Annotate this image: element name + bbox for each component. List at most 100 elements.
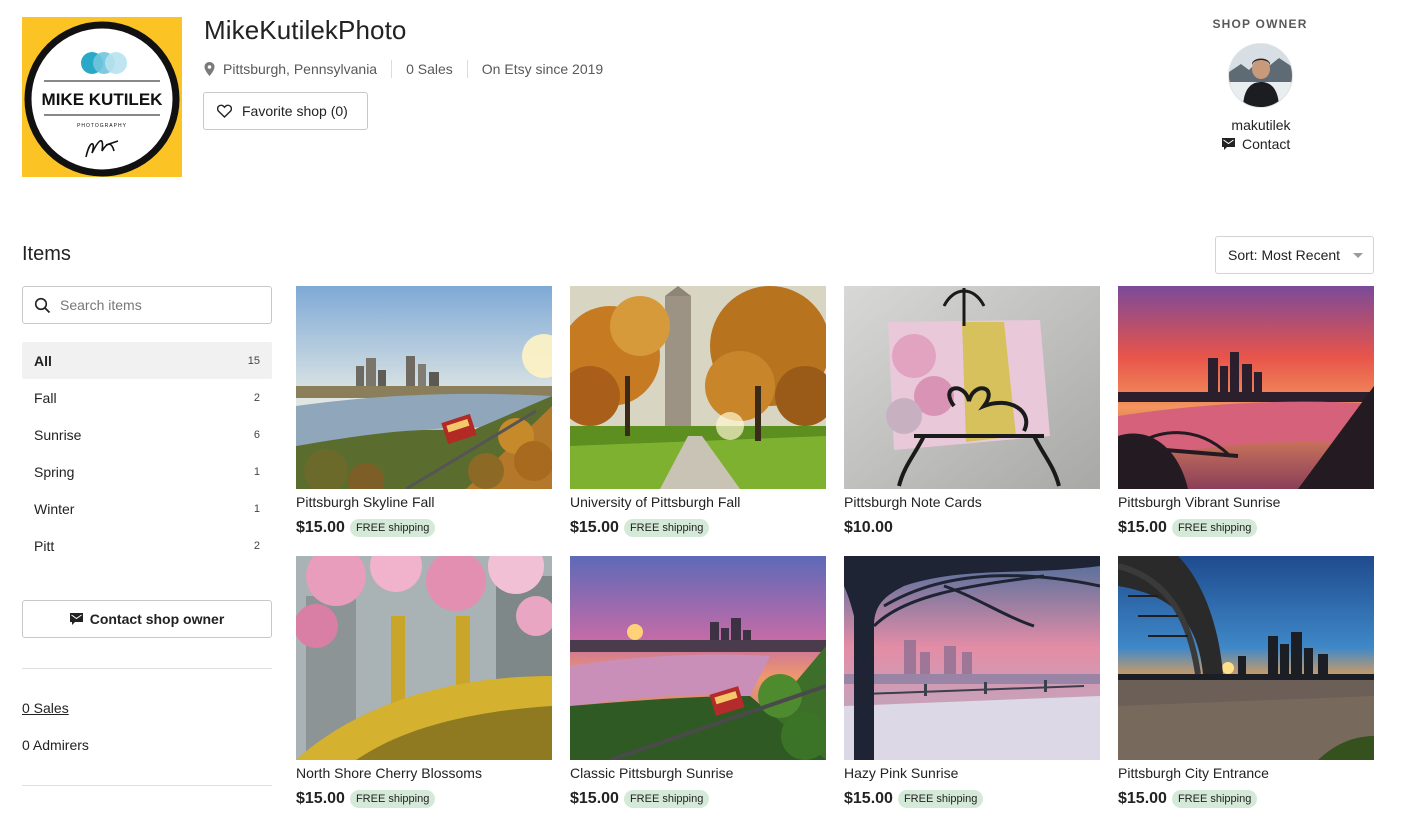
free-shipping-badge: FREE shipping xyxy=(623,519,710,537)
logo-subtitle: PHOTOGRAPHY xyxy=(77,123,127,129)
listing-image[interactable] xyxy=(844,286,1100,489)
listing-card[interactable]: Hazy Pink Sunrise $15.00 FREE shipping xyxy=(844,556,1100,809)
listing-card[interactable]: University of Pittsburgh Fall $15.00 FRE… xyxy=(570,286,826,538)
listing-title[interactable]: North Shore Cherry Blossoms xyxy=(296,765,552,783)
shop-sales: 0 Sales xyxy=(406,61,453,77)
search-items-field[interactable] xyxy=(22,286,272,324)
listing-title[interactable]: Pittsburgh Skyline Fall xyxy=(296,494,552,512)
listing-price-row: $15.00 FREE shipping xyxy=(570,789,826,809)
listing-image[interactable] xyxy=(1118,286,1374,489)
listing-card[interactable]: Pittsburgh Skyline Fall $15.00 FREE ship… xyxy=(296,286,552,538)
contact-shop-owner-button[interactable]: Contact shop owner xyxy=(22,600,272,638)
logo-title: MIKE KUTILEK xyxy=(42,90,164,109)
listing-card[interactable]: Pittsburgh City Entrance $15.00 FREE shi… xyxy=(1118,556,1374,809)
free-shipping-badge: FREE shipping xyxy=(349,790,436,808)
category-label: Spring xyxy=(34,463,75,480)
shop-owner-label: SHOP OWNER xyxy=(1212,17,1308,31)
category-count: 2 xyxy=(253,539,260,552)
listing-title[interactable]: Hazy Pink Sunrise xyxy=(844,765,1100,783)
listing-title[interactable]: Pittsburgh Note Cards xyxy=(844,494,1100,512)
sort-dropdown[interactable]: Sort: Most Recent xyxy=(1215,236,1374,274)
shop-name: MikeKutilekPhoto xyxy=(204,15,407,45)
heart-icon xyxy=(217,104,232,118)
meta-divider xyxy=(391,60,393,78)
category-count: 1 xyxy=(253,502,260,515)
listing-price: $15.00 xyxy=(570,519,619,536)
category-fall[interactable]: Fall 2 xyxy=(22,379,272,416)
listing-title[interactable]: Classic Pittsburgh Sunrise xyxy=(570,765,826,783)
listing-price: $15.00 xyxy=(570,790,619,807)
search-icon xyxy=(34,297,51,313)
sidebar-divider xyxy=(22,668,272,669)
category-count: 6 xyxy=(253,428,260,441)
shop-location: Pittsburgh, Pennsylvania xyxy=(223,61,378,77)
category-list: All 15 Fall 2 Sunrise 6 Spring 1 Winter … xyxy=(22,342,272,564)
listing-price-row: $10.00 xyxy=(844,518,1100,538)
listing-price-row: $15.00 FREE shipping xyxy=(296,789,552,809)
meta-divider xyxy=(466,60,468,78)
category-label: Winter xyxy=(34,500,75,517)
category-count: 2 xyxy=(253,391,260,404)
sidebar-divider xyxy=(22,785,272,786)
owner-contact-label: Contact xyxy=(1242,136,1291,152)
category-sunrise[interactable]: Sunrise 6 xyxy=(22,416,272,453)
listing-image[interactable] xyxy=(844,556,1100,760)
contact-shop-owner-label: Contact shop owner xyxy=(89,611,225,627)
message-icon xyxy=(1222,138,1235,150)
category-label: Pitt xyxy=(34,537,55,554)
listing-image[interactable] xyxy=(1118,556,1374,760)
listing-image[interactable] xyxy=(570,286,826,489)
free-shipping-badge: FREE shipping xyxy=(897,790,984,808)
items-heading: Items xyxy=(22,243,71,265)
free-shipping-badge: FREE shipping xyxy=(1171,519,1258,537)
listing-price: $15.00 xyxy=(1118,519,1167,536)
listing-card[interactable]: Pittsburgh Note Cards $10.00 xyxy=(844,286,1100,538)
favorite-shop-button[interactable]: Favorite shop (0) xyxy=(203,92,368,130)
listing-price-row: $15.00 FREE shipping xyxy=(1118,789,1374,809)
listing-image[interactable] xyxy=(296,286,552,489)
favorite-shop-label: Favorite shop (0) xyxy=(242,103,348,119)
listing-card[interactable]: Pittsburgh Vibrant Sunrise $15.00 FREE s… xyxy=(1118,286,1374,538)
category-pitt[interactable]: Pitt 2 xyxy=(22,527,272,564)
category-label: Fall xyxy=(34,389,57,406)
free-shipping-badge: FREE shipping xyxy=(1171,790,1258,808)
shop-logo: MIKE KUTILEK PHOTOGRAPHY xyxy=(22,17,182,177)
admirers-count: 0 Admirers xyxy=(22,737,89,753)
search-input[interactable] xyxy=(60,297,260,313)
shop-since: On Etsy since 2019 xyxy=(481,61,604,77)
free-shipping-badge: FREE shipping xyxy=(349,519,436,537)
category-winter[interactable]: Winter 1 xyxy=(22,490,272,527)
sales-link[interactable]: 0 Sales xyxy=(22,700,69,716)
listing-price: $15.00 xyxy=(1118,790,1167,807)
category-spring[interactable]: Spring 1 xyxy=(22,453,272,490)
listing-image[interactable] xyxy=(570,556,826,760)
sort-label: Sort: Most Recent xyxy=(1228,247,1341,263)
message-icon xyxy=(69,613,83,625)
owner-username[interactable]: makutilek xyxy=(1200,117,1322,133)
listing-price-row: $15.00 FREE shipping xyxy=(844,789,1100,809)
category-count: 1 xyxy=(253,465,260,478)
owner-avatar[interactable] xyxy=(1228,43,1293,108)
chevron-down-icon xyxy=(1353,253,1363,258)
listing-card[interactable]: Classic Pittsburgh Sunrise $15.00 FREE s… xyxy=(570,556,826,809)
category-label: Sunrise xyxy=(34,426,82,443)
listing-image[interactable] xyxy=(296,556,552,760)
category-all[interactable]: All 15 xyxy=(22,342,272,379)
owner-contact-link[interactable]: Contact xyxy=(1222,136,1290,152)
listing-card[interactable]: North Shore Cherry Blossoms $15.00 FREE … xyxy=(296,556,552,809)
listing-title[interactable]: Pittsburgh City Entrance xyxy=(1118,765,1374,783)
listing-price-row: $15.00 FREE shipping xyxy=(296,518,552,538)
listing-price: $10.00 xyxy=(844,519,893,536)
category-count: 15 xyxy=(247,354,260,367)
listing-title[interactable]: University of Pittsburgh Fall xyxy=(570,494,826,512)
listing-price: $15.00 xyxy=(296,519,345,536)
free-shipping-badge: FREE shipping xyxy=(623,790,710,808)
category-label: All xyxy=(34,352,52,369)
listing-price-row: $15.00 FREE shipping xyxy=(1118,518,1374,538)
listing-price-row: $15.00 FREE shipping xyxy=(570,518,826,538)
shop-meta: Pittsburgh, Pennsylvania 0 Sales On Etsy… xyxy=(204,60,603,78)
listing-title[interactable]: Pittsburgh Vibrant Sunrise xyxy=(1118,494,1374,512)
location-pin-icon xyxy=(204,62,215,76)
listing-price: $15.00 xyxy=(296,790,345,807)
listing-price: $15.00 xyxy=(844,790,893,807)
